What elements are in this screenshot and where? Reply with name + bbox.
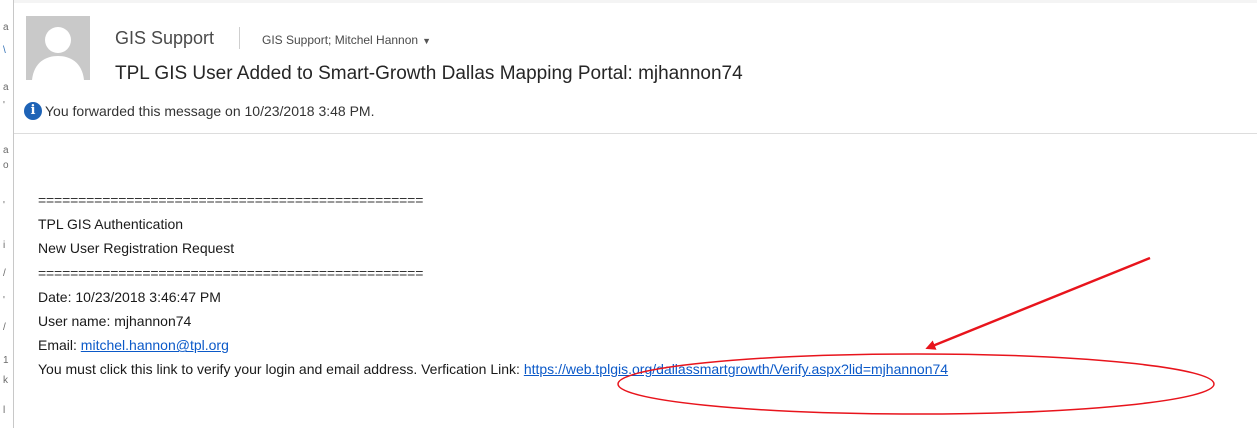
window-top-edge [14, 0, 1257, 3]
chevron-down-icon: ▼ [422, 36, 432, 46]
body-subheading: New User Registration Request [38, 240, 235, 257]
clipped-glyph: / [3, 322, 6, 333]
email-subject: TPL GIS User Added to Smart-Growth Dalla… [115, 63, 743, 84]
header-separator [239, 27, 240, 49]
clipped-glyph: a [3, 145, 9, 156]
sender-name[interactable]: GIS Support [115, 28, 214, 49]
date-line: Date: 10/23/2018 3:46:47 PM [38, 288, 221, 305]
clipped-glyph: ' [3, 295, 5, 306]
annotation-arrow [925, 256, 1151, 350]
clipped-glyph: 1 [3, 355, 9, 366]
clipped-glyph: ' [3, 200, 5, 211]
recipients-dropdown[interactable]: GIS Support; Mitchel Hannon ▼ [262, 33, 431, 47]
clipped-glyph: l [3, 405, 6, 416]
separator-line: ========================================… [38, 264, 424, 281]
clipped-glyph: a [3, 82, 9, 93]
verification-line: You must click this link to verify your … [38, 357, 948, 381]
clipped-glyph: a [3, 22, 9, 33]
email-line: Email: mitchel.hannon@tpl.org [38, 333, 948, 357]
header-divider [14, 133, 1257, 134]
verification-text: You must click this link to verify your … [38, 361, 524, 378]
clipped-glyph: / [3, 268, 6, 279]
email-label: Email: [38, 337, 81, 354]
clipped-glyph: k [3, 375, 8, 386]
clipped-glyph: o [3, 160, 9, 171]
info-message: You forwarded this message on 10/23/2018… [45, 103, 375, 119]
clipped-message-list: a \ a ' a o ' i / ' / 1 k l [0, 0, 14, 428]
separator-line: ========================================… [38, 192, 424, 208]
username-line: User name: mjhannon74 [38, 313, 192, 330]
info-icon: i [24, 102, 42, 120]
clipped-glyph: \ [3, 45, 6, 56]
email-address-link[interactable]: mitchel.hannon@tpl.org [81, 337, 229, 353]
email-reading-pane: a \ a ' a o ' i / ' / 1 k l GIS Support … [0, 0, 1257, 428]
info-bar[interactable]: i You forwarded this message on 10/23/20… [24, 100, 374, 122]
person-silhouette-icon [26, 16, 90, 80]
body-heading: TPL GIS Authentication [38, 216, 184, 233]
clipped-glyph: ' [3, 100, 5, 111]
verification-link[interactable]: https://web.tplgis.org/dallassmartgrowth… [524, 361, 948, 377]
recipients-text: GIS Support; Mitchel Hannon [262, 33, 419, 47]
email-body: ========================================… [38, 188, 948, 382]
clipped-glyph: i [3, 240, 6, 251]
